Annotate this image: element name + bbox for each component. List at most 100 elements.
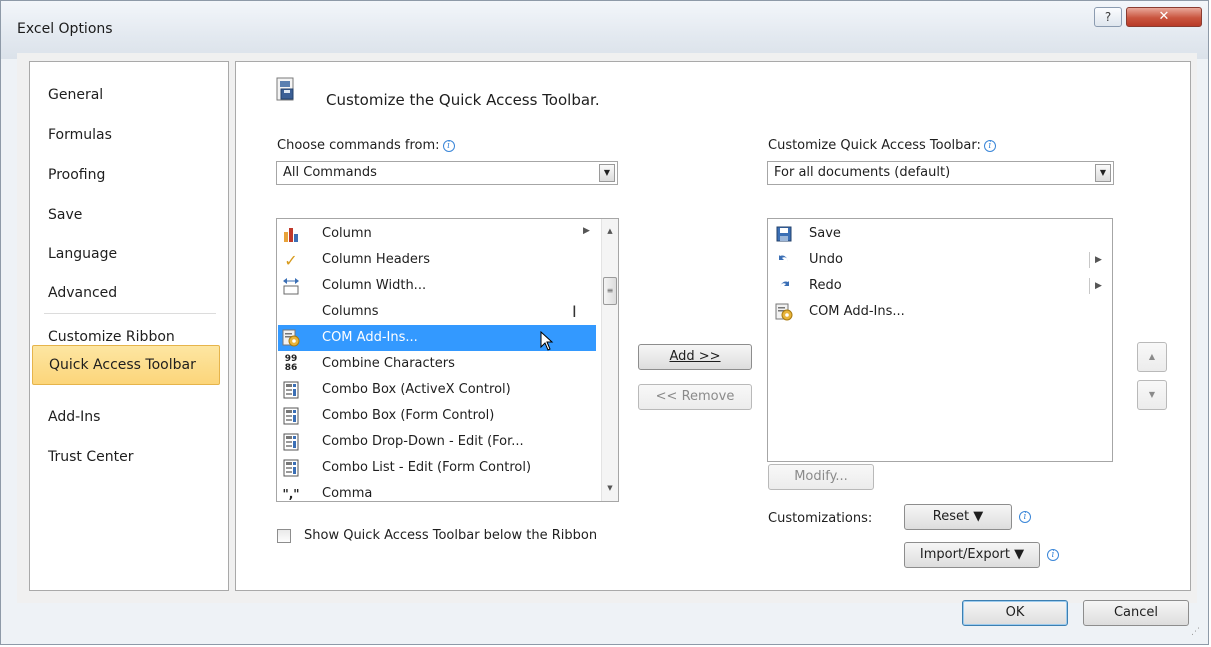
list-item-label: Combo Box (ActiveX Control) (322, 382, 511, 397)
combo-box-icon (282, 459, 300, 477)
chevron-down-icon[interactable]: ▼ (1095, 164, 1111, 182)
list-item-label: Undo (809, 252, 843, 267)
list-item[interactable]: Combo Box (ActiveX Control) (278, 377, 596, 403)
list-item-label: Comma (322, 486, 373, 501)
choose-commands-label-text: Choose commands from: (277, 138, 440, 153)
customizations-label: Customizations: (768, 511, 873, 526)
customize-qat-label: Customize Quick Access Toolbar: i (768, 138, 996, 153)
chevron-down-icon[interactable]: ▼ (599, 164, 615, 182)
scroll-down-icon[interactable]: ▼ (602, 480, 618, 497)
submenu-arrow-icon: ▶ (1089, 278, 1102, 294)
qat-panel: Customize the Quick Access Toolbar. Choo… (235, 61, 1191, 591)
combo-box-icon (282, 433, 300, 451)
move-down-button[interactable]: ▼ (1137, 380, 1167, 410)
qat-items-list[interactable]: Save Undo ▶ Redo ▶ COM Add-Ins... (767, 218, 1113, 462)
submenu-arrow-icon: ▶ (1089, 252, 1102, 268)
list-item[interactable]: Column Width... (278, 273, 596, 299)
move-up-button[interactable]: ▲ (1137, 342, 1167, 372)
remove-button[interactable]: << Remove (638, 384, 752, 410)
import-export-button[interactable]: Import/Export ▼ (904, 542, 1040, 568)
choose-commands-value: All Commands (283, 165, 377, 180)
save-icon (775, 225, 793, 243)
info-icon: i (1047, 549, 1059, 561)
reset-button[interactable]: Reset ▼ (904, 504, 1012, 530)
list-item[interactable]: Redo ▶ (769, 273, 1112, 299)
list-item-label: Combo Drop-Down - Edit (For... (322, 434, 524, 449)
list-item-label: Combo Box (Form Control) (322, 408, 495, 423)
list-item-label: COM Add-Ins... (809, 304, 905, 319)
list-item[interactable]: Combo Box (Form Control) (278, 403, 596, 429)
excel-options-dialog: Excel Options ? ✕ General Formulas Proof… (0, 0, 1209, 645)
customize-qat-combo[interactable]: For all documents (default) ▼ (767, 161, 1114, 185)
nav-item-save[interactable]: Save (32, 196, 220, 234)
nav-item-formulas[interactable]: Formulas (32, 116, 220, 154)
commands-list[interactable]: Column ▶ ✓ Column Headers Column Width..… (276, 218, 619, 502)
choose-commands-label: Choose commands from: i (277, 138, 455, 153)
add-button-label: Add >> (669, 349, 721, 364)
help-button[interactable]: ? (1094, 7, 1122, 27)
list-item[interactable]: Column ▶ (278, 221, 596, 247)
text-cursor-icon: I (572, 302, 577, 321)
nav-item-advanced[interactable]: Advanced (32, 274, 220, 312)
scrollbar-thumb[interactable]: ≡ (603, 277, 617, 305)
list-item-label: Redo (809, 278, 842, 293)
undo-icon (775, 251, 793, 269)
page-heading: Customize the Quick Access Toolbar. (326, 91, 600, 109)
info-icon: i (983, 140, 996, 152)
nav-item-add-ins[interactable]: Add-Ins (32, 398, 220, 436)
submenu-arrow-icon: ▶ (583, 226, 590, 236)
nav-item-quick-access-toolbar[interactable]: Quick Access Toolbar (32, 345, 220, 385)
list-item-label: Column (322, 226, 372, 241)
list-item-label: Column Width... (322, 278, 427, 293)
info-icon: i (442, 140, 455, 152)
list-item-selected[interactable]: COM Add-Ins... (278, 325, 596, 351)
list-item-label: Combine Characters (322, 356, 455, 371)
list-item[interactable]: ✓ Column Headers (278, 247, 596, 273)
nav-item-proofing[interactable]: Proofing (32, 156, 220, 194)
options-nav: General Formulas Proofing Save Language … (29, 61, 229, 591)
customize-qat-label-text: Customize Quick Access Toolbar: (768, 138, 981, 153)
show-below-ribbon-checkbox[interactable] (277, 529, 291, 543)
resize-grip-icon[interactable]: ⋰ (1191, 627, 1200, 637)
column-chart-icon (282, 225, 300, 243)
window-title: Excel Options (17, 21, 113, 37)
redo-icon (775, 277, 793, 295)
list-item[interactable]: Save (769, 221, 1112, 247)
com-addins-icon (282, 329, 300, 347)
list-item-label: Combo List - Edit (Form Control) (322, 460, 532, 475)
scroll-up-icon[interactable]: ▲ (602, 223, 618, 240)
close-button[interactable]: ✕ (1126, 7, 1202, 27)
com-addins-icon (775, 303, 793, 321)
modify-button[interactable]: Modify... (768, 464, 874, 490)
show-below-ribbon-label[interactable]: Show Quick Access Toolbar below the Ribb… (304, 527, 634, 544)
ok-button[interactable]: OK (962, 600, 1068, 626)
nav-item-language[interactable]: Language (32, 235, 220, 273)
combo-box-icon (282, 407, 300, 425)
choose-commands-combo[interactable]: All Commands ▼ (276, 161, 618, 185)
cancel-button[interactable]: Cancel (1083, 600, 1189, 626)
checkmark-icon: ✓ (284, 250, 298, 270)
list-item[interactable]: COM Add-Ins... (769, 299, 1112, 325)
info-icon: i (1019, 511, 1031, 523)
list-item[interactable]: "," Comma (278, 481, 596, 501)
list-item[interactable]: 99 86 Combine Characters (278, 351, 596, 377)
comma-style-icon: "," (282, 487, 300, 501)
commands-list-scrollbar[interactable]: ▲ ≡ ▼ (601, 219, 618, 501)
combine-characters-icon: 99 86 (284, 354, 298, 373)
list-item[interactable]: Combo Drop-Down - Edit (For... (278, 429, 596, 455)
list-item[interactable]: Combo List - Edit (Form Control) (278, 455, 596, 481)
combo-box-icon (282, 381, 300, 399)
qat-customize-icon (274, 76, 298, 104)
list-item-label: Column Headers (322, 252, 431, 267)
nav-item-general[interactable]: General (32, 76, 220, 114)
add-button[interactable]: Add >> (638, 344, 752, 370)
list-item[interactable]: Undo ▶ (769, 247, 1112, 273)
nav-item-trust-center[interactable]: Trust Center (32, 438, 220, 476)
column-width-icon (282, 277, 300, 295)
nav-separator (44, 313, 216, 314)
list-item-label: Save (809, 226, 841, 241)
dialog-client-area: General Formulas Proofing Save Language … (17, 53, 1197, 603)
list-item[interactable]: Columns I (278, 299, 596, 325)
title-bar: Excel Options ? ✕ (1, 1, 1208, 59)
list-item-label: COM Add-Ins... (322, 330, 418, 345)
